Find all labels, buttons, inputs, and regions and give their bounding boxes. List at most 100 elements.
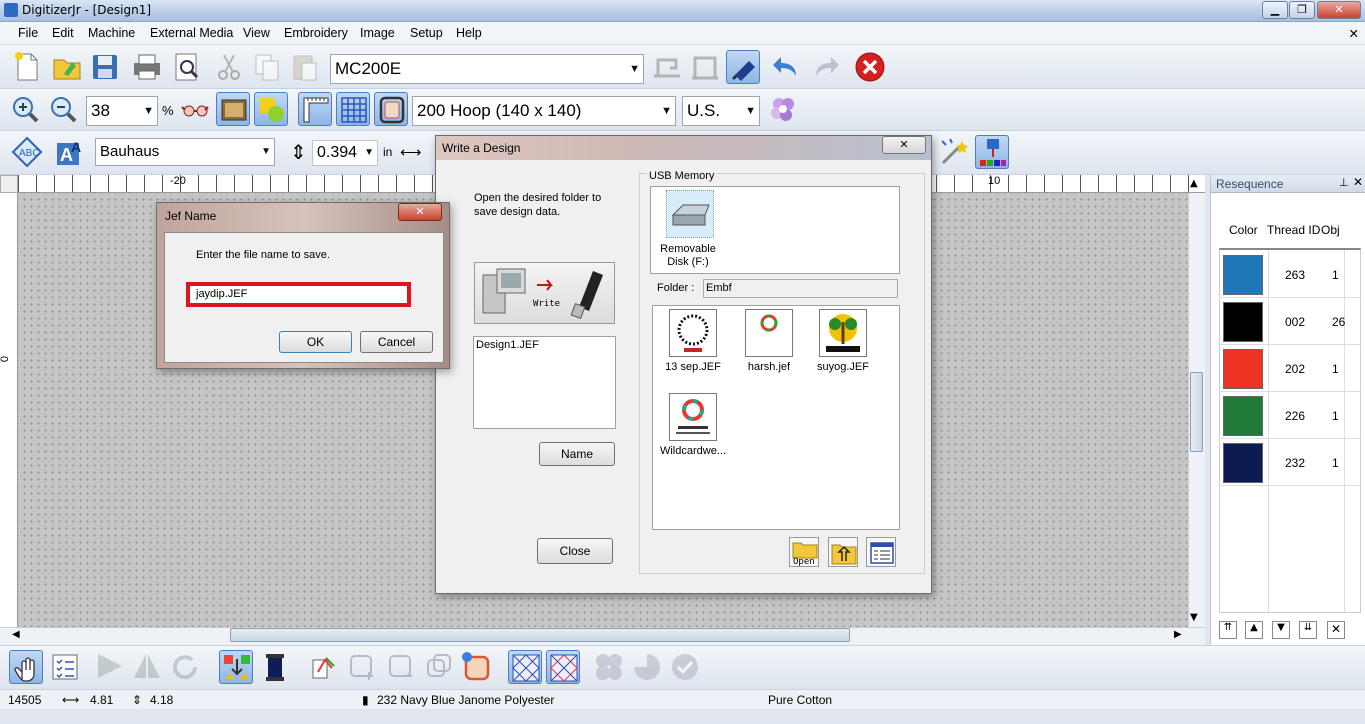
horizontal-scroll-thumb[interactable]	[230, 628, 850, 642]
background-image-icon[interactable]	[216, 92, 250, 126]
menu-view[interactable]: View	[243, 26, 270, 40]
vertical-scroll-thumb[interactable]	[1190, 372, 1203, 452]
text-size-select[interactable]: 0.394 ▼	[312, 140, 378, 166]
menu-setup[interactable]: Setup	[410, 26, 443, 40]
fill-pattern-icon[interactable]	[508, 650, 542, 684]
menu-external-media[interactable]: External Media	[150, 26, 233, 40]
file-item[interactable]: 13 sep.JEF	[653, 309, 733, 373]
scroll-down-icon[interactable]: ▼	[1190, 612, 1198, 623]
close-button[interactable]: Close	[537, 538, 613, 564]
close-window-button[interactable]: ✕	[1317, 1, 1361, 19]
write-usb-icon[interactable]	[726, 50, 760, 84]
open-folder-icon[interactable]	[50, 50, 84, 84]
file-item[interactable]: harsh.jef	[729, 309, 809, 373]
menu-help[interactable]: Help	[456, 26, 482, 40]
glasses-icon[interactable]	[178, 92, 212, 126]
name-button[interactable]: Name	[539, 442, 615, 466]
color-fill-icon[interactable]	[460, 650, 494, 684]
ruler-icon[interactable]	[298, 92, 332, 126]
add-point-icon[interactable]	[345, 650, 379, 684]
embroidery-unit-icon[interactable]	[688, 50, 722, 84]
fill-pattern-2-icon[interactable]	[546, 650, 580, 684]
thread-spool-icon[interactable]	[258, 650, 292, 684]
cancel-button[interactable]: Cancel	[360, 331, 433, 353]
monogram-icon[interactable]: ABC	[10, 135, 44, 169]
pin-icon[interactable]: ⊥	[1339, 176, 1349, 189]
select-hand-icon[interactable]	[9, 650, 43, 684]
minimize-button[interactable]: ▁	[1262, 1, 1288, 19]
view-details-button[interactable]	[866, 537, 896, 567]
menu-file[interactable]: File	[18, 26, 38, 40]
paste-icon[interactable]	[288, 50, 322, 84]
sewing-machine-icon[interactable]	[650, 50, 684, 84]
ok-button[interactable]: OK	[279, 331, 352, 353]
stop-icon[interactable]	[853, 50, 887, 84]
parent-folder-button[interactable]	[828, 537, 858, 567]
hoop-icon[interactable]	[374, 92, 408, 126]
move-bottom-icon[interactable]: ⇊	[1299, 621, 1317, 639]
close-panel-icon[interactable]: ✕	[1353, 175, 1363, 189]
move-icon[interactable]	[94, 650, 128, 684]
move-top-icon[interactable]: ⇈	[1219, 621, 1237, 639]
print-icon[interactable]	[130, 50, 164, 84]
cut-icon[interactable]	[212, 50, 246, 84]
maximize-button[interactable]: ❐	[1289, 1, 1315, 19]
zoom-select[interactable]: 38 ▼	[86, 96, 158, 126]
file-list[interactable]: 13 sep.JEF harsh.jef suyog.JEF Wildcardw…	[652, 305, 900, 530]
current-file-name[interactable]: Design1.JEF	[476, 339, 539, 351]
mdi-close-icon[interactable]: ✕	[1349, 26, 1359, 41]
units-select[interactable]: U.S. ▼	[682, 96, 760, 126]
copy-icon[interactable]	[250, 50, 284, 84]
stitch-simulator-icon[interactable]	[975, 135, 1009, 169]
new-file-icon[interactable]	[10, 50, 44, 84]
menu-image[interactable]: Image	[360, 26, 395, 40]
rotate-icon[interactable]	[168, 650, 202, 684]
zoom-out-icon[interactable]	[46, 92, 80, 126]
scroll-up-icon[interactable]: ▲	[1190, 178, 1198, 189]
font-select[interactable]: Bauhaus ▼	[95, 138, 275, 166]
move-up-icon[interactable]: ▲	[1245, 621, 1263, 639]
menu-machine[interactable]: Machine	[88, 26, 135, 40]
open-folder-button[interactable]: Open	[789, 537, 819, 567]
removable-disk-item[interactable]: Removable Disk (F:)	[660, 190, 717, 272]
magic-wand-icon[interactable]	[938, 135, 972, 169]
thread-colors-icon[interactable]	[766, 92, 800, 126]
file-item[interactable]: suyog.JEF	[803, 309, 883, 373]
mirror-icon[interactable]	[130, 650, 164, 684]
move-down-icon[interactable]: ▼	[1272, 621, 1290, 639]
hoop-select[interactable]: 200 Hoop (140 x 140) ▼	[412, 96, 676, 126]
group-icon[interactable]	[592, 650, 626, 684]
close-dialog-button[interactable]: ✕	[398, 203, 442, 221]
save-icon[interactable]	[88, 50, 122, 84]
resequence-row[interactable]: 232 1	[1219, 439, 1361, 486]
object-list-icon[interactable]	[48, 650, 82, 684]
current-file-list[interactable]: Design1.JEF	[473, 336, 616, 429]
pie-shape-icon[interactable]	[630, 650, 664, 684]
resequence-row[interactable]: 002 26	[1219, 298, 1361, 345]
resequence-row[interactable]: 263 1	[1219, 251, 1361, 298]
menu-edit[interactable]: Edit	[52, 26, 74, 40]
scroll-right-icon[interactable]: ▶	[1174, 629, 1182, 640]
zoom-in-icon[interactable]	[8, 92, 42, 126]
filename-input[interactable]: jaydip.JEF	[186, 282, 411, 307]
file-item[interactable]: Wildcardwe...	[653, 393, 733, 457]
redo-icon[interactable]	[808, 50, 842, 84]
sort-colors-icon[interactable]	[219, 650, 253, 684]
remove-point-icon[interactable]	[384, 650, 418, 684]
print-preview-icon[interactable]	[170, 50, 204, 84]
dialog-instructions: Open the desired folder to save design d…	[474, 192, 602, 218]
close-dialog-button[interactable]: ✕	[882, 136, 926, 154]
text-icon[interactable]: AA	[54, 135, 88, 169]
shapes-icon[interactable]	[254, 92, 288, 126]
undo-icon[interactable]	[770, 50, 804, 84]
resequence-row[interactable]: 226 1	[1219, 392, 1361, 439]
appliqué-icon[interactable]	[308, 650, 342, 684]
reshape-icon[interactable]	[422, 650, 456, 684]
grid-icon[interactable]	[336, 92, 370, 126]
resequence-row[interactable]: 202 1	[1219, 345, 1361, 392]
menu-embroidery[interactable]: Embroidery	[284, 26, 348, 40]
check-icon[interactable]	[668, 650, 702, 684]
delete-icon[interactable]: ✕	[1327, 621, 1345, 639]
machine-select[interactable]: MC200E ▼	[330, 54, 644, 84]
scroll-left-icon[interactable]: ◀	[12, 629, 20, 640]
